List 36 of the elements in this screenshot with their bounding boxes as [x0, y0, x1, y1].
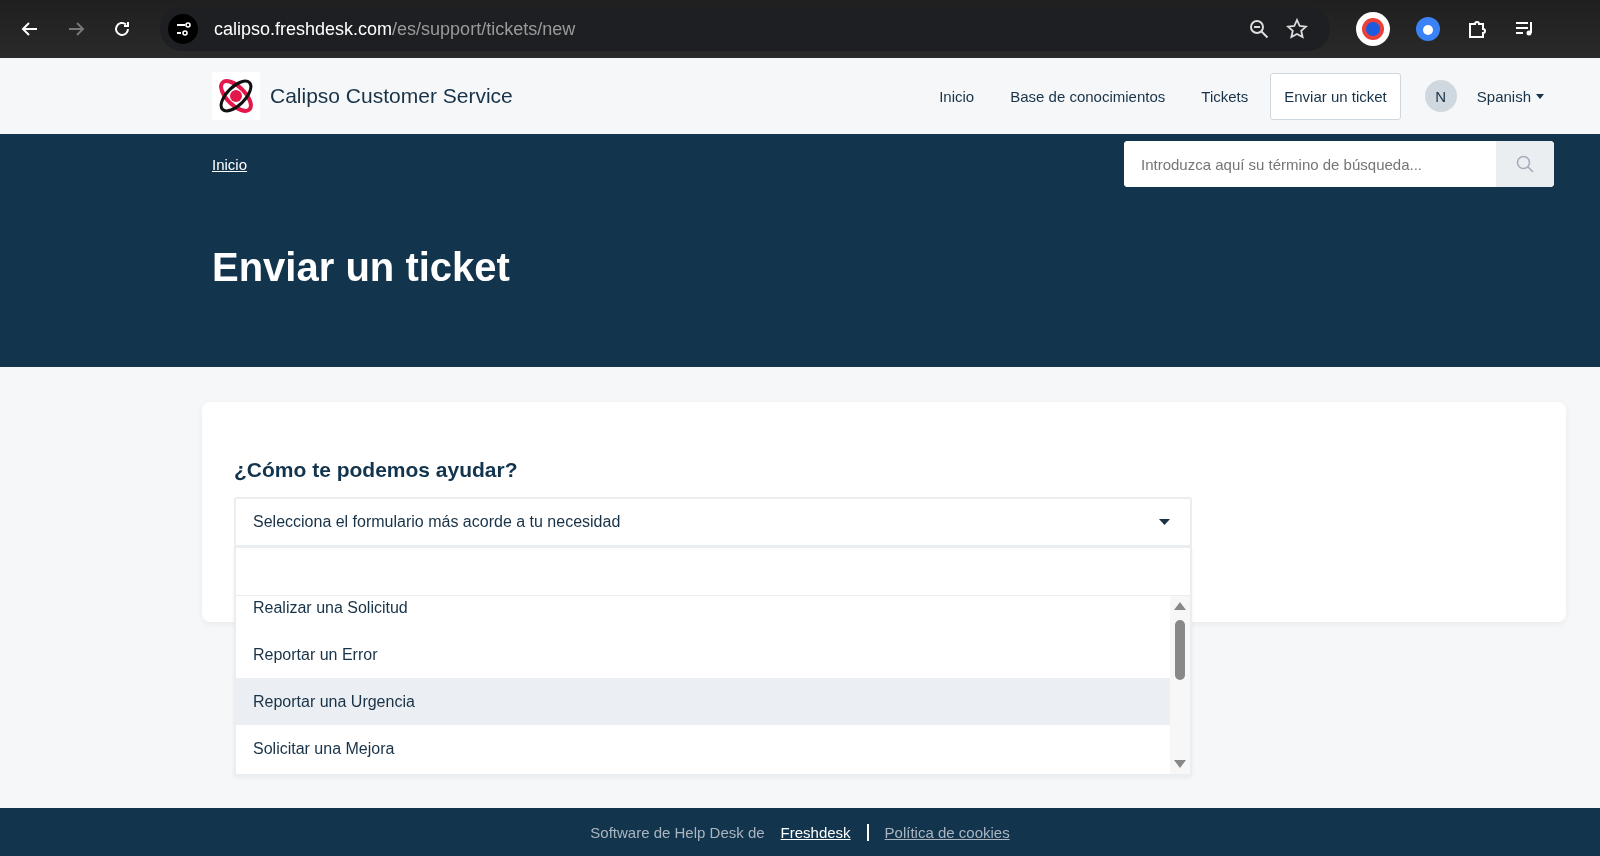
dropdown-option[interactable]: Reportar un Error — [236, 631, 1170, 678]
scrollbar-thumb[interactable] — [1175, 620, 1185, 680]
caret-icon — [1159, 519, 1170, 525]
form-heading: ¿Cómo te podemos ayudar? — [234, 458, 519, 482]
search-field[interactable]: Introduzca aquí su término de búsqueda... — [1124, 141, 1554, 187]
zoom-out-icon[interactable] — [1248, 18, 1270, 40]
breadcrumb-link[interactable]: Inicio — [212, 155, 248, 173]
site-settings-icon[interactable] — [168, 14, 198, 44]
reload-icon[interactable] — [112, 19, 132, 39]
nav-link[interactable]: Base de conocimientos — [996, 72, 1180, 120]
dropdown-option[interactable]: Reportar una Urgencia — [236, 678, 1170, 725]
caret-icon — [1536, 93, 1544, 99]
logo-icon[interactable] — [212, 72, 260, 120]
form-select[interactable]: Selecciona el formulario más acorde a tu necesidad — [234, 497, 1192, 547]
extension-icon[interactable] — [1356, 12, 1390, 46]
scroll-up-icon[interactable] — [1174, 602, 1186, 610]
page-title: Enviar un ticket — [212, 245, 511, 290]
address-bar[interactable]: calipso.freshdesk.com/es/support/tickets/new — [160, 7, 1330, 51]
scroll-down-icon[interactable] — [1174, 760, 1186, 768]
scrollbar[interactable] — [1170, 596, 1190, 774]
extension-icon[interactable] — [1416, 17, 1440, 41]
search-icon — [1516, 155, 1534, 173]
brand-name: Calipso Customer Service — [270, 84, 513, 108]
nav-link[interactable]: Enviar un ticket — [1270, 72, 1401, 120]
footer-link[interactable]: Freshdesk — [780, 823, 869, 841]
avatar[interactable]: N — [1424, 80, 1457, 112]
footer-text: Software de Help Desk de — [590, 823, 765, 841]
dropdown-option[interactable]: Solicitar una Mejora — [236, 725, 1170, 772]
footer-link[interactable]: Política de cookies — [884, 823, 1010, 841]
language-dropdown[interactable]: Spanish — [1470, 86, 1550, 106]
url-text: calipso.freshdesk.com/es/support/tickets/new — [214, 18, 576, 40]
star-icon[interactable] — [1286, 18, 1308, 40]
dropdown-option[interactable]: Realizar una Solicitud — [236, 596, 1170, 631]
nav-link[interactable]: Inicio — [925, 72, 989, 120]
puzzle-icon[interactable] — [1466, 18, 1488, 40]
nav-link[interactable]: Tickets — [1187, 72, 1263, 120]
